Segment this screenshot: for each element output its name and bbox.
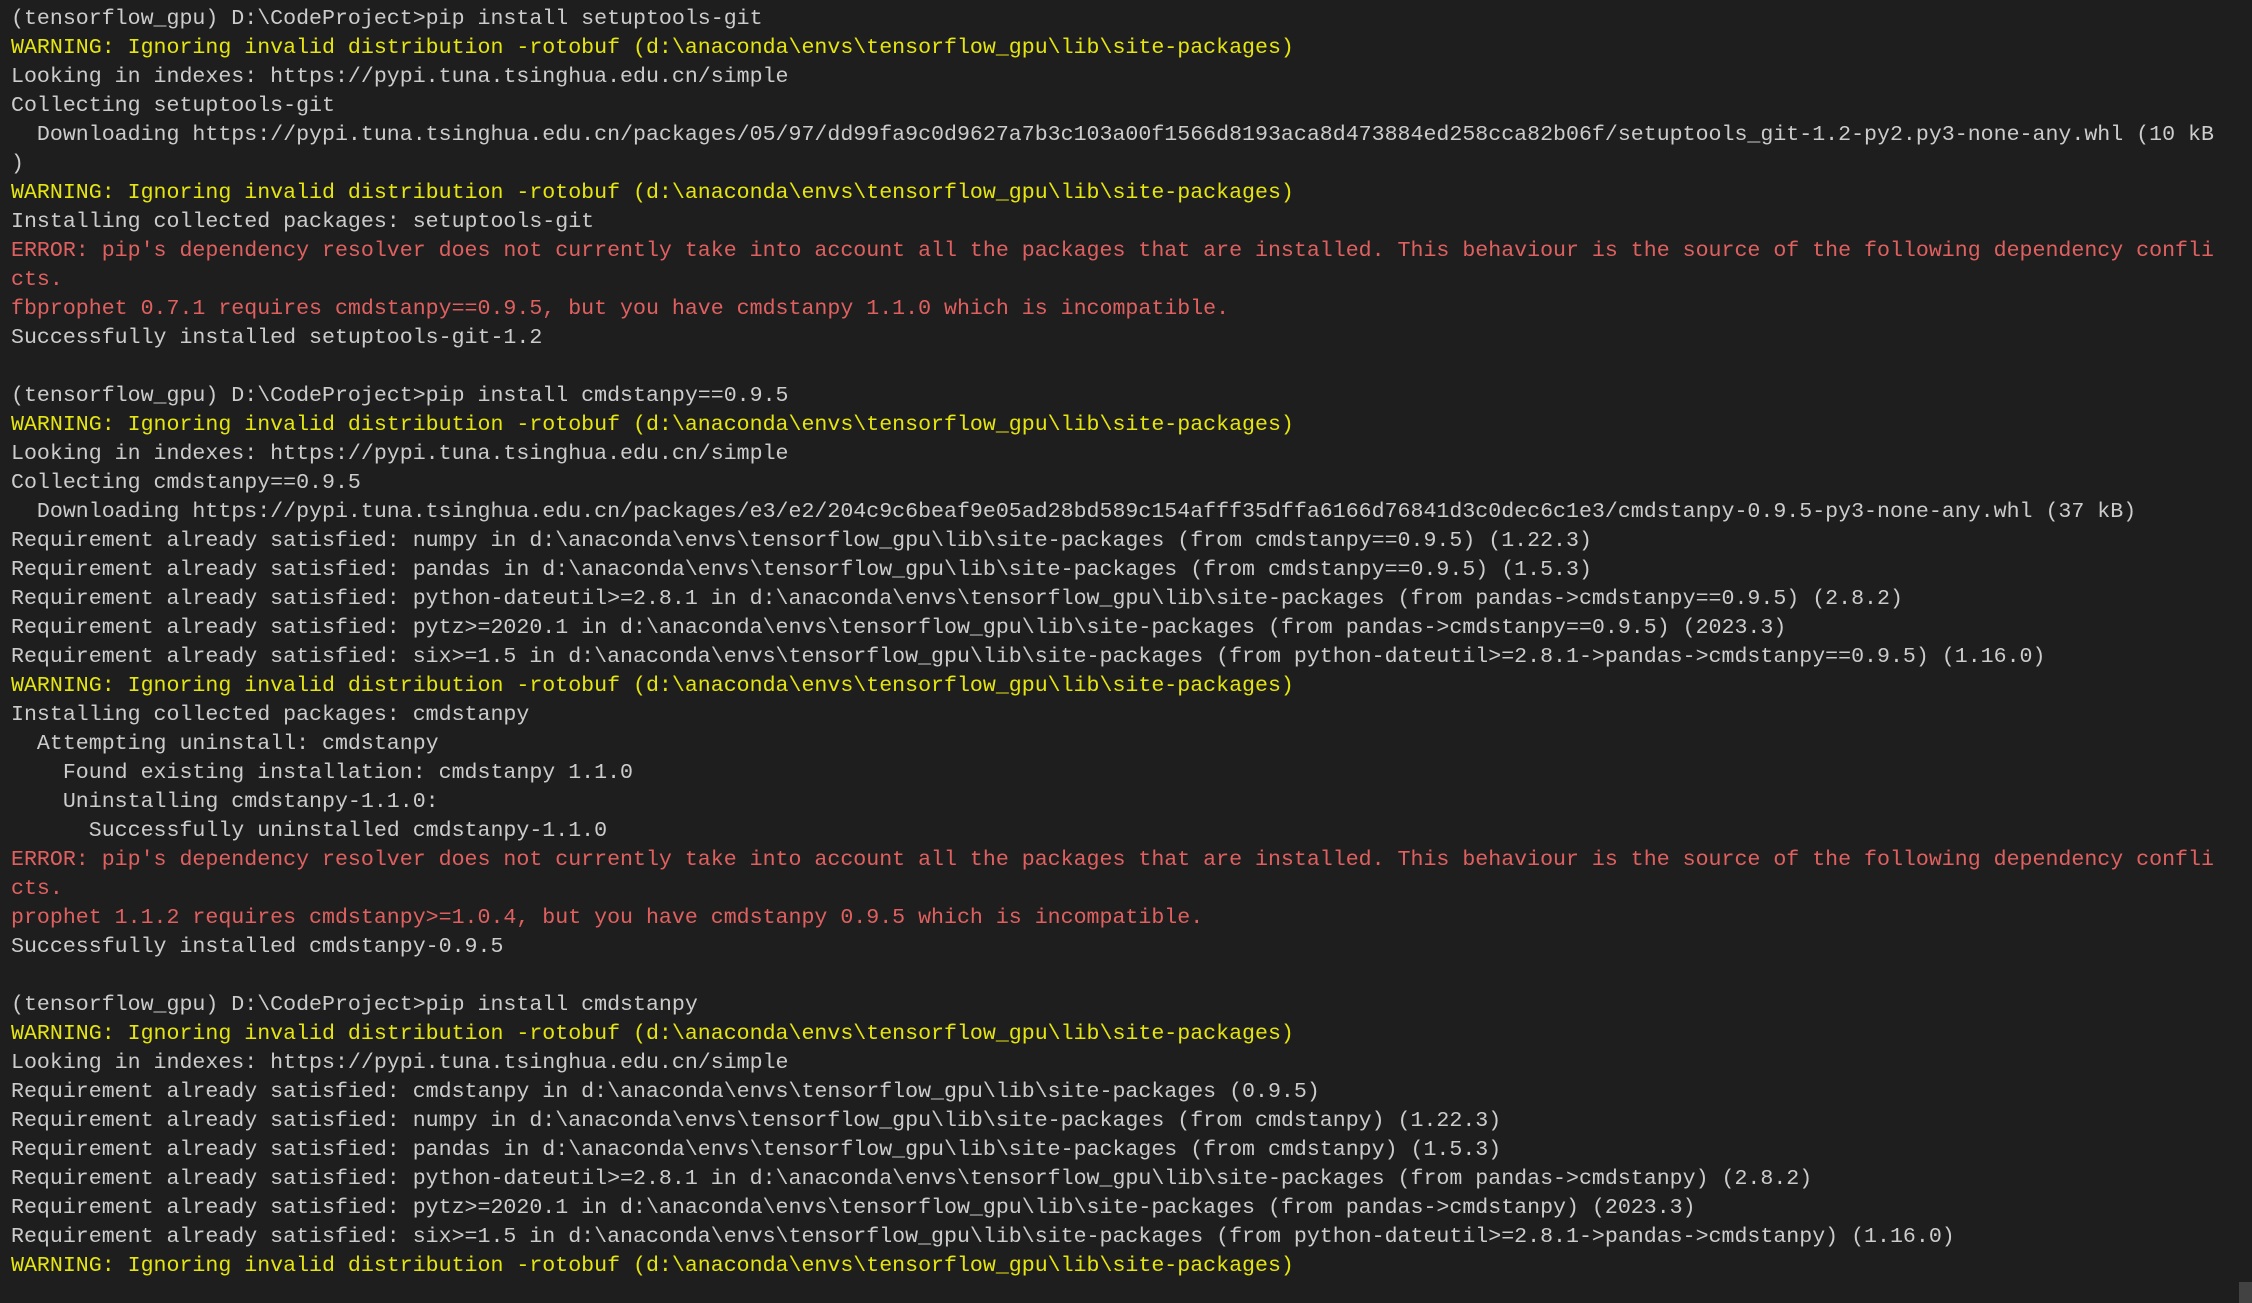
terminal-command-line: (tensorflow_gpu) D:\CodeProject>pip inst… [11,384,789,408]
terminal-output[interactable]: (tensorflow_gpu) D:\CodeProject>pip inst… [11,5,2232,1281]
terminal-warning-line: WARNING: Ignoring invalid distribution -… [11,1022,1294,1046]
terminal-warning-line: WARNING: Ignoring invalid distribution -… [11,181,1294,205]
terminal-output-line: Looking in indexes: https://pypi.tuna.ts… [11,1051,789,1075]
terminal-error-line: ERROR: pip's dependency resolver does no… [11,239,2214,263]
terminal-output-line: Downloading https://pypi.tuna.tsinghua.e… [11,123,2214,147]
scrollbar-thumb[interactable] [2239,1282,2252,1303]
terminal-output-line: Collecting setuptools-git [11,94,335,118]
terminal-output-line: Successfully uninstalled cmdstanpy-1.1.0 [11,819,608,843]
terminal-error-line: cts. [11,877,63,901]
terminal-output-line: Requirement already satisfied: python-da… [11,587,1903,611]
terminal-output-line: Looking in indexes: https://pypi.tuna.ts… [11,442,789,466]
terminal-warning-line: WARNING: Ignoring invalid distribution -… [11,36,1294,60]
terminal-output-line: Requirement already satisfied: pandas in… [11,1138,1502,1162]
terminal-output-line: Collecting cmdstanpy==0.9.5 [11,471,361,495]
terminal-output-line: Successfully installed setuptools-git-1.… [11,326,543,350]
terminal-output-line: Requirement already satisfied: numpy in … [11,529,1592,553]
terminal-output-line: Requirement already satisfied: pytz>=202… [11,616,1787,640]
terminal-command-line: (tensorflow_gpu) D:\CodeProject>pip inst… [11,993,698,1017]
terminal-output-line: Successfully installed cmdstanpy-0.9.5 [11,935,504,959]
terminal-output-line: Requirement already satisfied: cmdstanpy… [11,1080,1320,1104]
terminal-output-line: Requirement already satisfied: pytz>=202… [11,1196,1696,1220]
terminal-output-line: Requirement already satisfied: six>=1.5 … [11,645,2046,669]
terminal-output-line: ) [11,152,24,176]
terminal-error-line: ERROR: pip's dependency resolver does no… [11,848,2214,872]
terminal-error-line: prophet 1.1.2 requires cmdstanpy>=1.0.4,… [11,906,1204,930]
terminal-warning-line: WARNING: Ignoring invalid distribution -… [11,1254,1294,1278]
terminal-output-line: Looking in indexes: https://pypi.tuna.ts… [11,65,789,89]
terminal-command-line: (tensorflow_gpu) D:\CodeProject>pip inst… [11,7,763,31]
terminal-error-line: cts. [11,268,63,292]
terminal-output-line: Installing collected packages: cmdstanpy [11,703,530,727]
terminal-output-line: Uninstalling cmdstanpy-1.1.0: [11,790,439,814]
terminal-warning-line: WARNING: Ignoring invalid distribution -… [11,674,1294,698]
terminal-error-line: fbprophet 0.7.1 requires cmdstanpy==0.9.… [11,297,1230,321]
terminal-output-line: Attempting uninstall: cmdstanpy [11,732,439,756]
terminal-warning-line: WARNING: Ignoring invalid distribution -… [11,413,1294,437]
terminal-output-line: Requirement already satisfied: python-da… [11,1167,1813,1191]
terminal-output-line: Found existing installation: cmdstanpy 1… [11,761,634,785]
terminal-output-line: Requirement already satisfied: numpy in … [11,1109,1502,1133]
terminal-output-line: Requirement already satisfied: six>=1.5 … [11,1225,1955,1249]
terminal-output-line: Installing collected packages: setuptool… [11,210,595,234]
terminal-output-line: Downloading https://pypi.tuna.tsinghua.e… [11,500,2137,524]
terminal-output-line: Requirement already satisfied: pandas in… [11,558,1592,582]
